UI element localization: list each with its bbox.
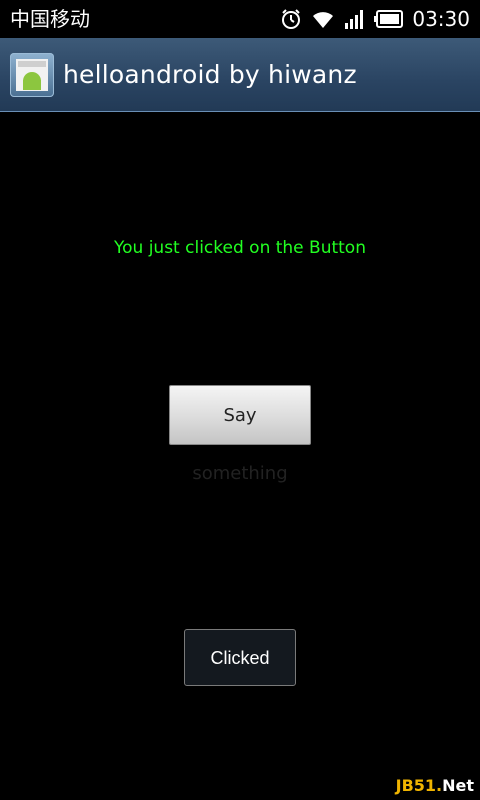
wifi-icon <box>310 8 336 30</box>
android-app-icon <box>10 53 54 97</box>
status-message: You just clicked on the Button <box>114 238 366 258</box>
carrier-name: 中国移动 <box>10 7 90 31</box>
signal-icon <box>344 8 366 30</box>
battery-icon <box>374 9 404 29</box>
watermark-part3: Net <box>442 776 474 795</box>
say-something-button[interactable]: Say something <box>169 385 311 484</box>
watermark: JB51.Net <box>396 776 474 796</box>
status-time: 03:30 <box>412 7 470 31</box>
status-icons: 03:30 <box>280 6 470 32</box>
title-bar: helloandroid by hiwanz <box>0 38 480 112</box>
alarm-icon <box>280 8 302 30</box>
app-title: helloandroid by hiwanz <box>63 60 357 89</box>
status-bar: 中国移动 03:30 <box>0 0 480 38</box>
clicked-button[interactable]: Clicked <box>184 629 296 686</box>
watermark-part1: JB51 <box>395 776 437 795</box>
phone-screen: 中国移动 03:30 helloandroid by hiwanz You ju… <box>0 0 480 800</box>
